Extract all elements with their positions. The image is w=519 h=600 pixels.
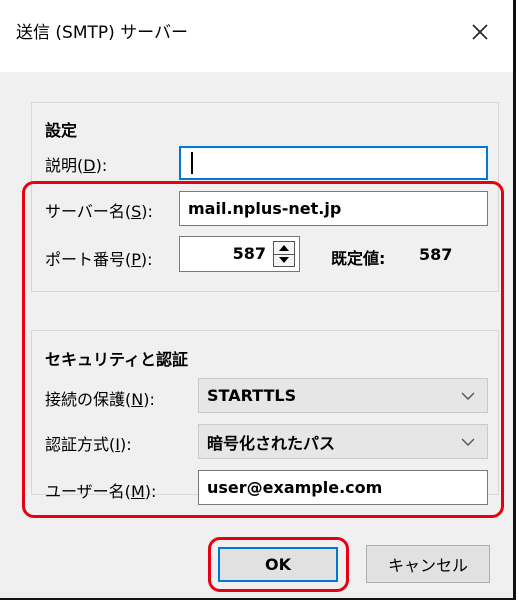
port-label: ポート番号(P): <box>45 250 153 269</box>
close-icon <box>472 24 488 40</box>
triangle-up-icon <box>279 245 289 251</box>
connection-security-label: 接続の保護(N): <box>45 390 155 409</box>
port-default-value: 587 <box>419 245 453 264</box>
username-label: ユーザー名(M): <box>45 482 157 501</box>
auth-method-label: 認証方式(I): <box>45 435 132 454</box>
connection-security-value: STARTTLS <box>207 386 297 405</box>
description-label: 説明(D): <box>45 156 108 175</box>
description-input[interactable] <box>179 146 488 180</box>
dialog-title: 送信 (SMTP) サーバー <box>16 23 188 43</box>
port-value: 587 <box>232 244 266 263</box>
close-button[interactable] <box>455 10 505 54</box>
username-value: user@example.com <box>207 478 383 497</box>
chevron-down-icon <box>461 438 475 446</box>
triangle-down-icon <box>279 257 289 263</box>
server-name-input[interactable]: mail.nplus-net.jp <box>179 191 488 226</box>
connection-security-select[interactable]: STARTTLS <box>198 378 488 413</box>
cancel-button[interactable]: キャンセル <box>366 545 490 583</box>
text-caret <box>191 152 193 174</box>
server-name-value: mail.nplus-net.jp <box>188 199 342 218</box>
auth-method-select[interactable]: 暗号化されたパス <box>198 424 488 459</box>
username-input[interactable]: user@example.com <box>198 470 488 505</box>
smtp-server-dialog: 送信 (SMTP) サーバー 設定 説明(D): サーバー名(S): mail.… <box>0 0 516 600</box>
port-spin-buttons <box>273 241 295 267</box>
server-name-label: サーバー名(S): <box>45 202 153 221</box>
auth-method-value: 暗号化されたパス <box>207 433 336 453</box>
title-bar: 送信 (SMTP) サーバー <box>0 0 513 72</box>
ok-button[interactable]: OK <box>218 547 338 582</box>
port-decrement-button[interactable] <box>274 254 294 266</box>
settings-group-title: 設定 <box>45 121 78 140</box>
port-default-label: 既定値: <box>331 249 386 268</box>
port-spinbox[interactable]: 587 <box>179 236 300 272</box>
security-group-title: セキュリティと認証 <box>45 350 189 369</box>
chevron-down-icon <box>461 392 475 400</box>
